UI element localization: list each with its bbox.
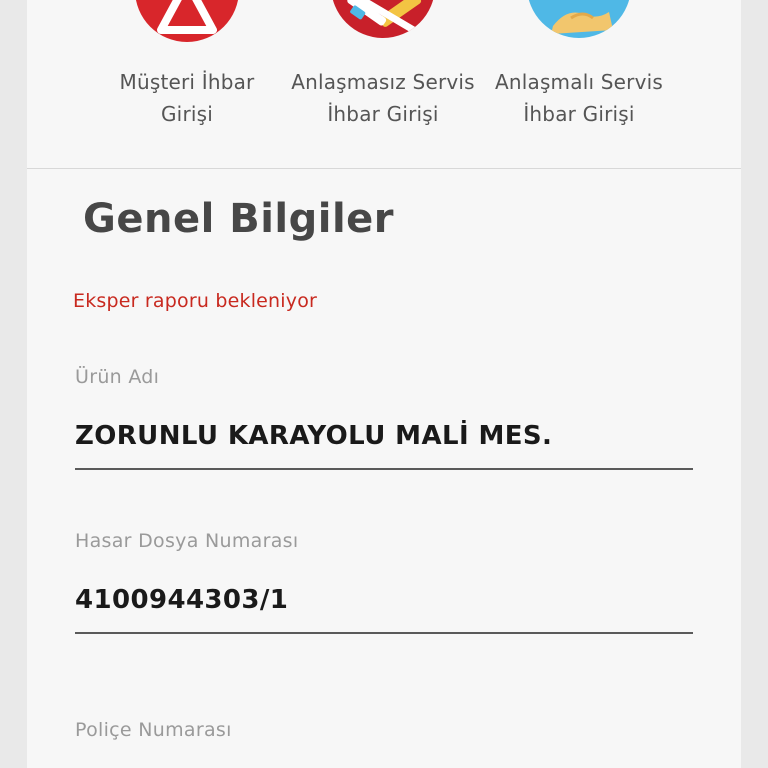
field-value: ZORUNLU KARAYOLU MALİ MES. <box>75 421 553 451</box>
claim-status-text: Eksper raporu bekleniyor <box>73 290 318 312</box>
field-underline <box>75 468 693 470</box>
claim-file-number-field[interactable]: Hasar Dosya Numarası 4100944303/1 <box>75 526 693 634</box>
non-contracted-service-claim-button[interactable]: Anlaşmasız Servis İhbar Girişi <box>283 0 483 168</box>
warning-triangle-icon <box>135 0 239 42</box>
no-tools-icon <box>331 0 435 38</box>
field-underline <box>75 632 693 634</box>
field-label: Hasar Dosya Numarası <box>75 530 299 552</box>
contracted-service-claim-button[interactable]: Anlaşmalı Servis İhbar Girişi <box>479 0 679 168</box>
handshake-icon <box>527 0 631 38</box>
shortcut-label: Anlaşmalı Servis İhbar Girişi <box>494 70 664 126</box>
product-name-field[interactable]: Ürün Adı ZORUNLU KARAYOLU MALİ MES. <box>75 362 693 470</box>
field-label: Ürün Adı <box>75 366 160 388</box>
shortcut-row: Müşteri İhbar Girişi Anlaşmasız Servis İ… <box>27 0 741 169</box>
field-value: 4100944303/1 <box>75 585 289 615</box>
shortcut-label: Müşteri İhbar Girişi <box>119 70 255 126</box>
customer-claim-entry-button[interactable]: Müşteri İhbar Girişi <box>87 0 287 168</box>
field-label: Poliçe Numarası <box>75 719 232 741</box>
shortcut-label: Anlaşmasız Servis İhbar Girişi <box>291 70 475 126</box>
section-title: Genel Bilgiler <box>83 196 395 242</box>
claim-detail-card: Müşteri İhbar Girişi Anlaşmasız Servis İ… <box>27 0 741 768</box>
policy-number-field[interactable]: Poliçe Numarası <box>75 715 693 745</box>
